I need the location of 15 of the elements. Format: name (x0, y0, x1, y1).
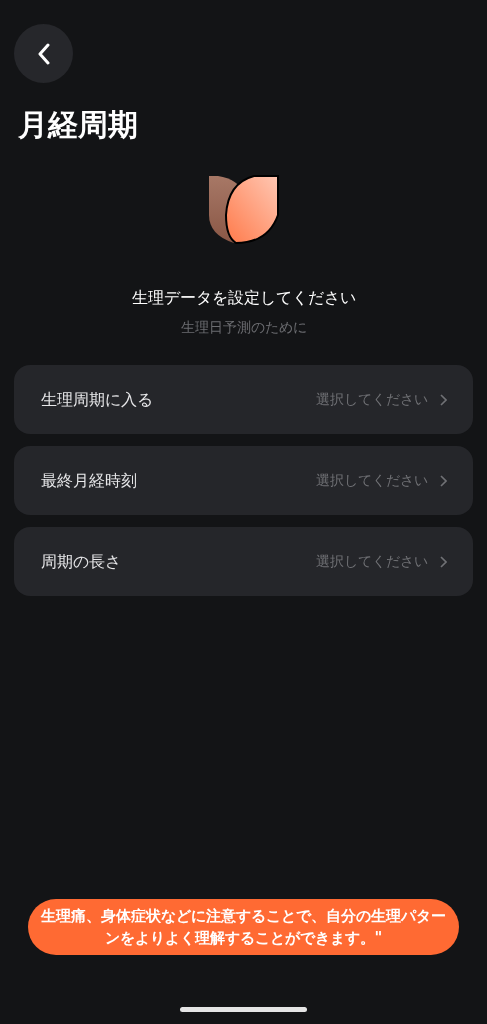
row-value: 選択してください (316, 390, 428, 409)
row-value: 選択してください (316, 471, 428, 490)
toast-message: 生理痛、身体症状などに注意することで、自分の生理パターンをよりよく理解することができます。" (28, 899, 459, 955)
page-title: 月経周期 (17, 106, 139, 144)
leaf-logo-icon (207, 175, 280, 245)
row-value: 選択してください (316, 552, 428, 571)
settings-row[interactable]: 最終月経時刻 選択してください (14, 446, 473, 515)
settings-row[interactable]: 生理周期に入る 選択してください (14, 365, 473, 434)
chevron-right-icon (440, 393, 447, 406)
back-icon (36, 42, 51, 65)
chevron-right-icon (440, 474, 447, 487)
chevron-right-icon (440, 555, 447, 568)
settings-row[interactable]: 周期の長さ 選択してください (14, 527, 473, 596)
setup-subtitle: 生理日予測のために (180, 318, 307, 337)
setup-heading: 生理データを設定してください (131, 287, 356, 309)
